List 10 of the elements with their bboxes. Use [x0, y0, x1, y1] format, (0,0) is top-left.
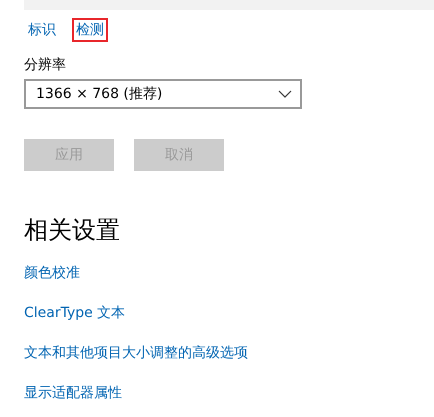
section-title: 相关设置 — [24, 215, 121, 245]
chevron-down-icon — [278, 90, 292, 98]
settings-link[interactable]: ClearType 文本 — [24, 303, 126, 324]
link[interactable]: 标识 — [24, 18, 60, 42]
settings-link[interactable]: 显示适配器属性 — [24, 383, 122, 404]
link[interactable]: 检测 — [72, 18, 108, 42]
field-label: 分辨率 — [24, 56, 67, 74]
settings-link[interactable]: 颜色校准 — [24, 263, 80, 284]
resolution-dropdown[interactable]: 1366 × 768 (推荐) — [24, 79, 302, 109]
settings-link[interactable]: 文本和其他项目大小调整的高级选项 — [24, 343, 248, 364]
